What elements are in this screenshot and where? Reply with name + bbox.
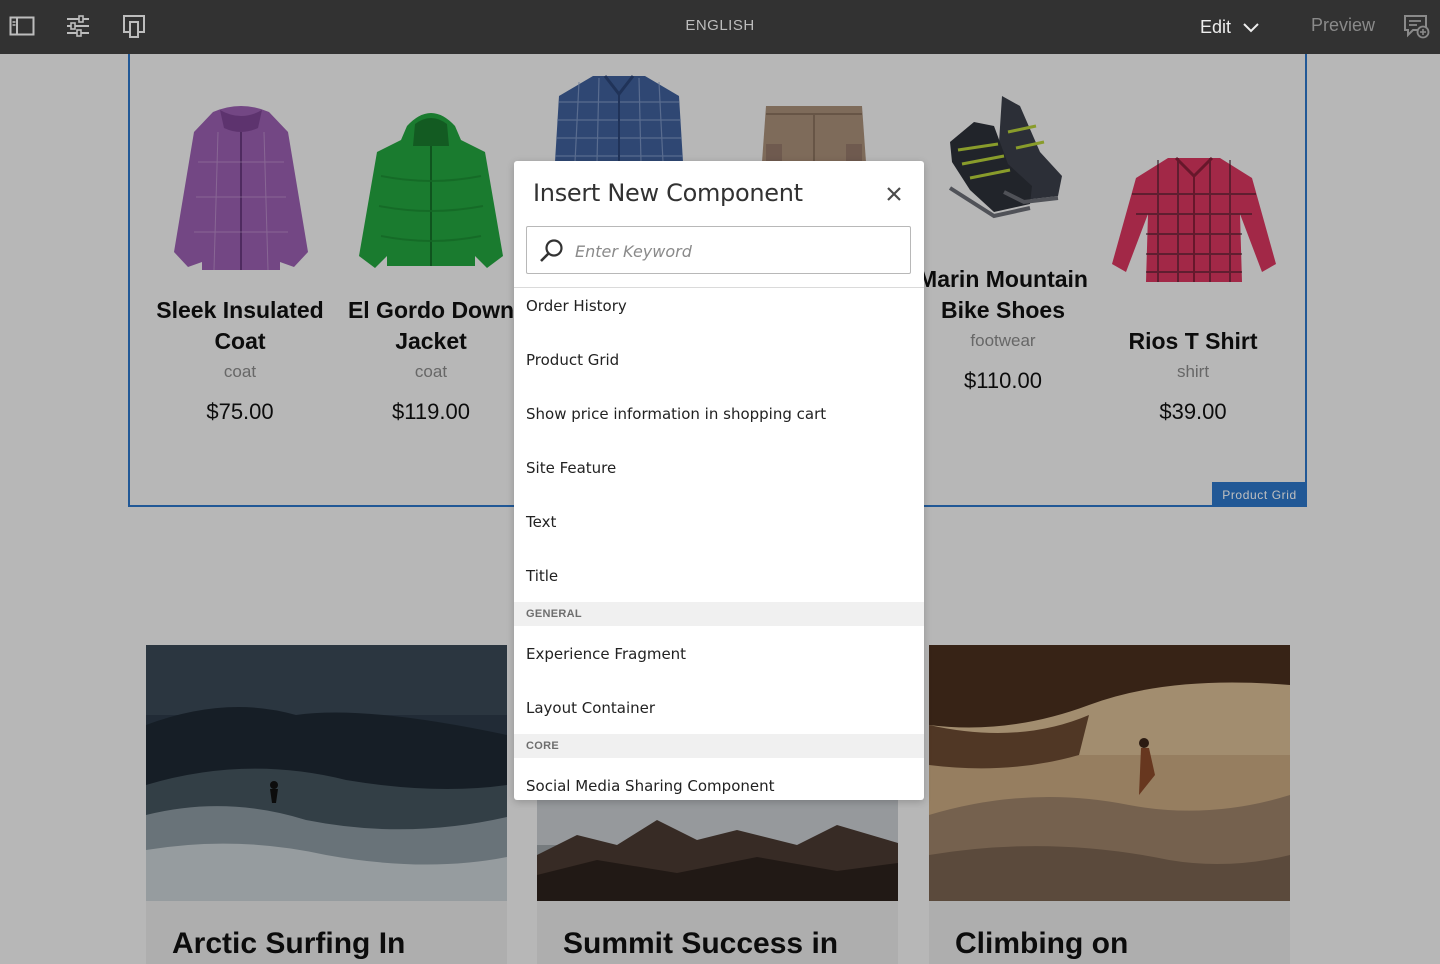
search-icon (540, 239, 563, 262)
keyword-search-field (526, 226, 911, 274)
component-item[interactable]: Social Media Sharing Component (514, 759, 924, 800)
component-item[interactable]: Show price information in shopping cart (514, 387, 924, 441)
component-item[interactable]: Site Feature (514, 441, 924, 495)
component-item[interactable]: Product Grid (514, 333, 924, 387)
component-item[interactable]: Experience Fragment (514, 627, 924, 681)
group-header-core: CORE (514, 734, 924, 758)
dialog-title: Insert New Component (533, 179, 803, 207)
component-item[interactable]: Layout Container (514, 681, 924, 735)
editor-toolbar: ENGLISH Edit Preview (0, 0, 1440, 54)
component-list[interactable]: Order History Product Grid Show price in… (514, 287, 924, 800)
chevron-down-icon (1243, 17, 1259, 38)
group-header-general: GENERAL (514, 602, 924, 626)
component-item[interactable]: Text (514, 495, 924, 549)
component-item[interactable]: Order History (514, 288, 924, 333)
preview-button[interactable]: Preview (1311, 15, 1375, 36)
mode-selector[interactable]: Edit (1200, 14, 1259, 40)
annotations-icon[interactable] (1401, 11, 1431, 41)
mode-label: Edit (1200, 16, 1232, 37)
search-input[interactable] (575, 236, 895, 266)
component-item[interactable]: Title (514, 549, 924, 603)
close-icon[interactable] (880, 180, 908, 208)
insert-component-dialog: Insert New Component Order History Produ… (514, 161, 924, 800)
